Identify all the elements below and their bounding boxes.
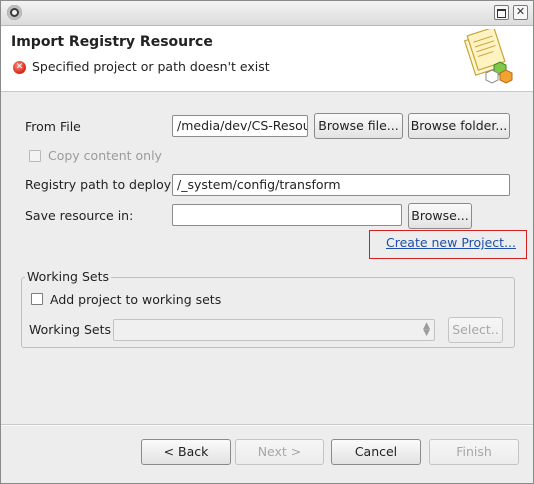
save-resource-label: Save resource in:	[25, 208, 134, 223]
maximize-icon	[497, 9, 506, 18]
next-button-label: Next >	[257, 444, 302, 459]
working-sets-group-title: Working Sets	[25, 269, 111, 284]
cancel-button[interactable]: Cancel	[331, 439, 421, 465]
copy-content-label: Copy content only	[48, 148, 162, 163]
next-button[interactable]: Next >	[235, 439, 324, 465]
registry-path-label: Registry path to deploy	[25, 177, 172, 192]
close-button[interactable]: ✕	[513, 5, 528, 20]
maximize-button[interactable]	[494, 5, 509, 20]
finish-button-label: Finish	[456, 444, 492, 459]
wizard-header: Import Registry Resource ✕ Specified pro…	[1, 26, 533, 92]
error-message: Specified project or path doesn't exist	[32, 59, 270, 74]
working-sets-combo-label: Working Sets	[29, 322, 111, 337]
from-file-input[interactable]: /media/dev/CS-Resour	[172, 115, 308, 137]
add-to-working-sets-checkbox[interactable]	[31, 293, 43, 305]
finish-button[interactable]: Finish	[429, 439, 519, 465]
add-to-working-sets-label: Add project to working sets	[50, 292, 222, 307]
from-file-label: From File	[25, 119, 81, 134]
select-working-sets-button[interactable]: Select..	[448, 317, 503, 343]
button-bar-separator	[1, 424, 533, 426]
wizard-banner-icon	[463, 29, 513, 84]
close-icon: ✕	[515, 5, 526, 18]
registry-path-input[interactable]: /_system/config/transform	[172, 174, 510, 196]
title-bar: ✕	[1, 1, 533, 26]
dialog-title: Import Registry Resource	[11, 34, 213, 50]
browse-folder-button[interactable]: Browse folder...	[408, 113, 510, 139]
create-new-project-link[interactable]: Create new Project...	[386, 235, 516, 250]
save-resource-input[interactable]	[172, 204, 402, 226]
back-button[interactable]: < Back	[141, 439, 231, 465]
copy-content-checkbox[interactable]	[29, 150, 41, 162]
error-icon: ✕	[13, 61, 26, 74]
app-menu-icon[interactable]	[7, 5, 22, 20]
back-button-label: < Back	[163, 444, 209, 459]
browse-button[interactable]: Browse...	[408, 203, 472, 229]
working-sets-combo[interactable]: ▲ ▼	[113, 319, 435, 341]
import-registry-dialog: ✕ Import Registry Resource ✕ Specified p…	[0, 0, 534, 484]
cancel-button-label: Cancel	[354, 444, 398, 459]
updown-arrow-icon: ▲ ▼	[423, 321, 430, 338]
browse-file-button[interactable]: Browse file...	[314, 113, 403, 139]
